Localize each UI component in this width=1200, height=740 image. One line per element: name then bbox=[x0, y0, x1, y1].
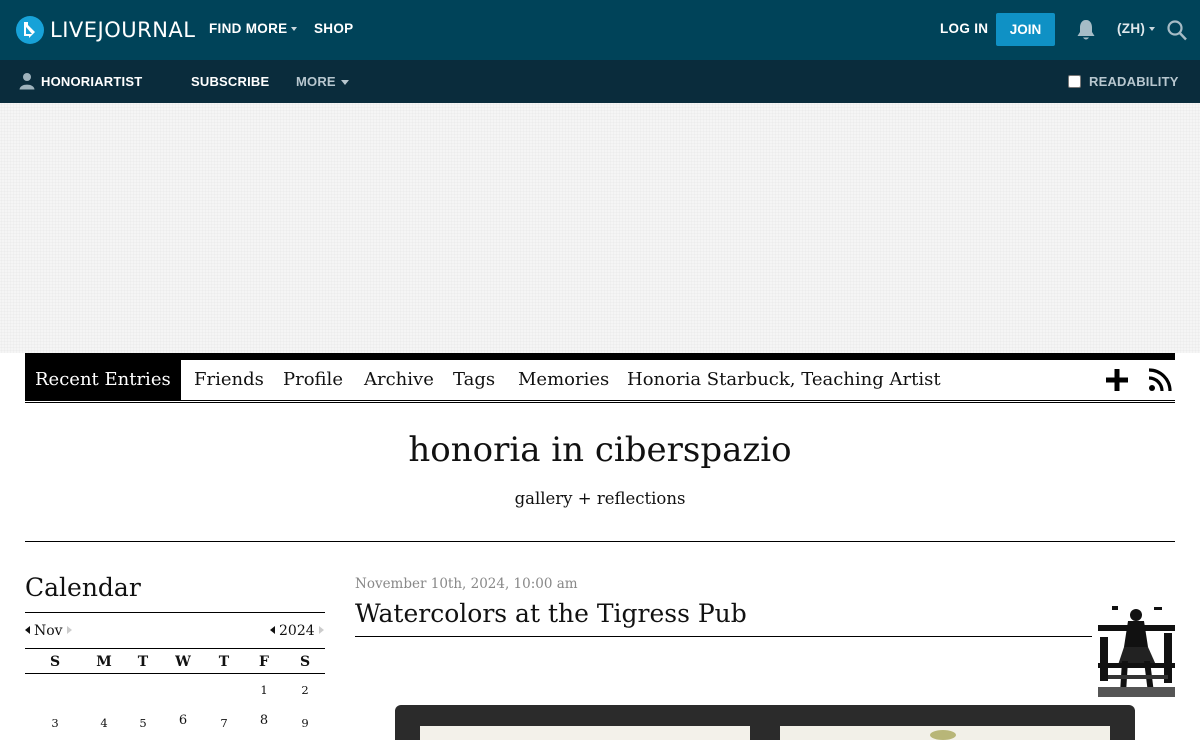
chevron-down-icon bbox=[291, 27, 298, 32]
calendar-day-link[interactable]: 8 bbox=[249, 713, 279, 729]
tab-friends[interactable]: Friends bbox=[194, 360, 264, 400]
tab-teaching-artist[interactable]: Honoria Starbuck, Teaching Artist bbox=[627, 360, 941, 400]
calendar-heading: Calendar bbox=[25, 573, 141, 602]
calendar-day: 4 bbox=[100, 716, 108, 730]
rss-icon[interactable] bbox=[1148, 368, 1172, 392]
top-navigation-bar: LIVEJOURNAL FIND MORE SHOP LOG IN JOIN (… bbox=[0, 0, 1200, 60]
tab-recent-entries[interactable]: Recent Entries bbox=[25, 360, 181, 400]
watercolor-paint bbox=[930, 730, 956, 740]
shop-link[interactable]: SHOP bbox=[314, 21, 353, 37]
weekday-header: F bbox=[259, 654, 269, 670]
weekday-header: T bbox=[218, 654, 230, 670]
watercolor-paper-left bbox=[420, 726, 750, 740]
calendar-divider bbox=[25, 673, 325, 674]
plus-icon[interactable] bbox=[1105, 368, 1129, 392]
language-label: (ZH) bbox=[1117, 21, 1146, 36]
username-link[interactable]: HONORIARTIST bbox=[41, 74, 142, 90]
chevron-down-icon bbox=[1149, 27, 1156, 32]
tab-archive[interactable]: Archive bbox=[364, 360, 434, 400]
entry-photo[interactable] bbox=[395, 705, 1135, 740]
calendar-day: 7 bbox=[220, 716, 228, 730]
weekday-header: S bbox=[299, 654, 311, 670]
previous-month-icon[interactable] bbox=[25, 626, 30, 634]
journal-title[interactable]: honoria in ciberspazio bbox=[0, 428, 1200, 472]
journal-nav-divider bbox=[25, 402, 1175, 403]
calendar-day: 5 bbox=[139, 716, 147, 730]
calendar-day: 9 bbox=[301, 716, 309, 730]
more-label: MORE bbox=[296, 74, 336, 89]
tab-profile[interactable]: Profile bbox=[283, 360, 343, 400]
join-button[interactable]: JOIN bbox=[996, 13, 1055, 46]
next-year-icon bbox=[318, 626, 324, 634]
calendar-day: 3 bbox=[51, 716, 59, 730]
tab-memories[interactable]: Memories bbox=[518, 360, 609, 400]
more-menu[interactable]: MORE bbox=[296, 74, 349, 90]
journal-navigation: Recent Entries Friends Profile Archive T… bbox=[25, 360, 1175, 400]
subscribe-button[interactable]: SUBSCRIBE bbox=[191, 74, 269, 90]
bell-icon[interactable] bbox=[1075, 18, 1097, 42]
weekday-header: S bbox=[49, 654, 61, 670]
journal-nav-top-border bbox=[25, 353, 1175, 360]
calendar-month: Nov bbox=[34, 623, 63, 639]
weekday-header: W bbox=[175, 654, 191, 670]
search-icon[interactable] bbox=[1166, 18, 1188, 42]
weekday-header: T bbox=[137, 654, 149, 670]
user-icon bbox=[19, 73, 35, 90]
ad-banner-area bbox=[0, 103, 1200, 353]
calendar-divider bbox=[25, 612, 325, 613]
chevron-down-icon bbox=[340, 80, 349, 86]
weekday-header: M bbox=[96, 654, 112, 670]
next-month-icon bbox=[66, 626, 72, 634]
livejournal-logo-icon[interactable] bbox=[15, 15, 45, 45]
previous-year-icon[interactable] bbox=[270, 626, 275, 634]
language-selector[interactable]: (ZH) bbox=[1117, 21, 1156, 37]
find-more-menu[interactable]: FIND MORE bbox=[209, 21, 298, 37]
calendar-year: 2024 bbox=[279, 623, 315, 639]
calendar-day: 2 bbox=[301, 683, 309, 697]
journal-owner-bar: HONORIARTIST SUBSCRIBE MORE bbox=[0, 60, 1200, 103]
calendar-year-nav[interactable]: 2024 bbox=[270, 622, 324, 640]
journal-nav-divider bbox=[25, 400, 1175, 401]
journal-subtitle: gallery + reflections bbox=[514, 489, 686, 508]
log-in-link[interactable]: LOG IN bbox=[940, 21, 988, 37]
userpic-avatar[interactable] bbox=[1098, 603, 1175, 697]
calendar-month-nav[interactable]: Nov bbox=[25, 622, 72, 640]
entry-title-divider bbox=[355, 636, 1092, 637]
header-divider bbox=[25, 541, 1175, 542]
tab-tags[interactable]: Tags bbox=[453, 360, 495, 400]
calendar-day-link[interactable]: 6 bbox=[168, 713, 198, 729]
calendar-day: 1 bbox=[260, 683, 268, 697]
find-more-label: FIND MORE bbox=[209, 21, 288, 36]
readability-checkbox[interactable] bbox=[1068, 75, 1081, 88]
entry-date[interactable]: November 10th, 2024, 10:00 am bbox=[355, 575, 578, 593]
livejournal-wordmark[interactable]: LIVEJOURNAL bbox=[50, 18, 196, 42]
calendar-divider bbox=[25, 648, 325, 649]
readability-label[interactable]: READABILITY bbox=[1089, 74, 1179, 90]
entry-title[interactable]: Watercolors at the Tigress Pub bbox=[355, 598, 747, 630]
